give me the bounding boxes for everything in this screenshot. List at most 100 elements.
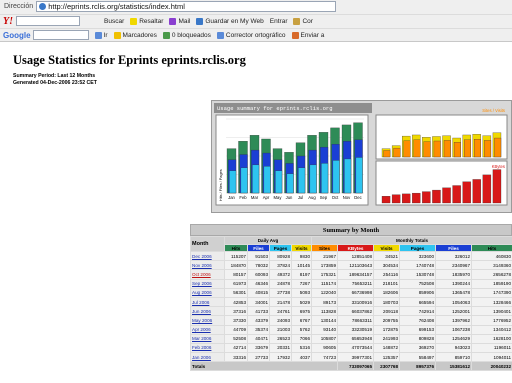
- x-tick-label: Dec: [354, 195, 361, 200]
- pages-bar: [275, 170, 283, 194]
- sites-bar: [433, 140, 441, 158]
- monthly-totals-header: Monthly Totals: [311, 236, 512, 245]
- table-cell: 65653948: [337, 333, 375, 344]
- kbytes-bar: [462, 181, 471, 204]
- address-bar-row: Dirección http://eprints.rclis.org/stati…: [0, 0, 512, 13]
- column-header: KBytes: [337, 244, 375, 252]
- table-cell: 17932: [269, 352, 292, 363]
- table-cell: 21967: [311, 250, 339, 262]
- table-cell: 1397962: [435, 315, 473, 326]
- bookmarks-button[interactable]: Marcadores: [113, 31, 157, 39]
- table-cell: 3149360: [471, 260, 512, 271]
- table-cell: 1340412: [471, 324, 512, 335]
- month-link[interactable]: Dec 2006: [190, 250, 225, 262]
- month-link[interactable]: Apr 2006: [190, 324, 225, 335]
- generated-date: Generated 04-Dec-2006 23:52 CET: [13, 79, 97, 86]
- column-header: Hits: [471, 244, 512, 252]
- month-link[interactable]: Feb 2006: [190, 342, 225, 354]
- table-cell: 39977301: [337, 352, 375, 363]
- table-cell: 148872: [373, 342, 401, 354]
- table-cell: 1054063: [435, 296, 473, 308]
- table-cell: 209118: [373, 306, 401, 317]
- spellcheck-button[interactable]: Corrector ortográfico: [216, 31, 286, 39]
- table-cell: 2656278: [471, 269, 512, 280]
- table-cell: 42853: [224, 296, 248, 308]
- table-cell: 90605: [311, 342, 339, 354]
- table-cell: 752508: [399, 278, 437, 289]
- kbytes-legend: KBytes: [492, 164, 505, 169]
- table-cell: 74723: [311, 352, 339, 363]
- month-link[interactable]: Sep 2006: [190, 278, 225, 289]
- table-cell: 323600: [399, 250, 437, 262]
- yahoo-logo[interactable]: Y!: [3, 16, 13, 27]
- spellcheck-icon: [216, 31, 224, 39]
- x-tick-label: Feb: [239, 195, 247, 200]
- yahoo-search-input[interactable]: [16, 16, 80, 26]
- table-row: Jan 2006 33316 27733 17932 4037 74723 39977301…: [190, 352, 512, 363]
- table-cell: 125357: [373, 352, 401, 363]
- month-link[interactable]: Mar 2006: [190, 333, 225, 344]
- google-logo[interactable]: Google: [3, 31, 31, 40]
- star-icon: [113, 31, 121, 39]
- sites-bar: [464, 139, 471, 158]
- column-header: Sites: [311, 244, 339, 252]
- table-cell: 115207: [224, 250, 248, 262]
- table-cell: 44709: [224, 324, 248, 335]
- pages-bar: [252, 164, 260, 194]
- save-myweb-button[interactable]: Guardar en My Web: [196, 17, 264, 25]
- sign-in-button[interactable]: Entrar: [270, 18, 288, 25]
- address-input[interactable]: http://eprints.rclis.org/statistics/inde…: [36, 1, 337, 12]
- table-cell: 43379: [247, 315, 270, 326]
- sites-bar: [403, 140, 411, 158]
- more-button[interactable]: Cor: [293, 17, 313, 25]
- table-cell: 1254629: [435, 333, 473, 344]
- table-cell: 5029: [290, 296, 313, 308]
- total-cell: 733097065: [337, 361, 375, 372]
- table-cell: 1094011: [471, 352, 512, 363]
- table-cell: 27733: [247, 352, 270, 363]
- kbytes-bar: [432, 189, 441, 204]
- mail-button[interactable]: Mail: [169, 17, 190, 25]
- kbytes-bar: [381, 196, 391, 204]
- table-cell: 304534: [373, 260, 401, 271]
- month-link[interactable]: Jun 2006: [190, 306, 225, 317]
- page-title: Usage Statistics for Eprints eprints.rcl…: [13, 53, 246, 67]
- table-cell: 218101: [373, 278, 401, 289]
- summary-grid: Month Daily Avg Monthly Totals Hits Files…: [189, 236, 512, 372]
- total-cell: 15381612: [435, 361, 473, 372]
- table-row: Mar 2006 52508 40471 26523 7066 105807 6565394…: [190, 333, 512, 344]
- table-cell: 6767: [290, 315, 313, 326]
- table-cell: 41733: [247, 306, 270, 317]
- table-cell: 1365478: [435, 287, 473, 298]
- table-cell: 189634157: [337, 269, 375, 280]
- month-link[interactable]: Jan 2006: [190, 352, 225, 363]
- google-search-input[interactable]: [32, 30, 89, 40]
- month-link[interactable]: May 2006: [190, 315, 225, 326]
- table-cell: 115174: [311, 278, 339, 289]
- go-icon: [94, 31, 102, 39]
- table-cell: 1067238: [435, 324, 473, 335]
- table-cell: 1252001: [435, 306, 473, 317]
- x-tick-label: May: [274, 195, 283, 200]
- table-cell: 80157: [224, 269, 248, 280]
- month-link[interactable]: Aug 2006: [190, 287, 225, 298]
- month-link[interactable]: Nov 2006: [190, 260, 225, 271]
- table-cell: 49372: [269, 269, 292, 280]
- save-icon: [196, 17, 204, 25]
- google-go-button[interactable]: Ir: [94, 31, 108, 39]
- month-link[interactable]: Jul 2006: [190, 296, 225, 308]
- highlight-button[interactable]: Resaltar: [130, 17, 163, 25]
- month-link[interactable]: Oct 2006: [190, 269, 225, 280]
- table-cell: 80928: [269, 250, 292, 262]
- yahoo-toolbar: Y! Buscar Resaltar Mail Guardar en My We…: [0, 14, 512, 27]
- table-row: Oct 2006 80157 60093 49372 8197 175321 1896341…: [190, 269, 512, 280]
- popup-blocker-button[interactable]: 0 bloqueados: [162, 31, 211, 39]
- summary-period: Summary Period: Last 12 Months: [13, 73, 96, 79]
- yahoo-search-button[interactable]: Buscar: [104, 18, 124, 25]
- usage-chart: Usage summary for eprints.rclis.org Jan Fe…: [211, 100, 512, 213]
- table-cell: 5762: [290, 324, 313, 335]
- table-cell: 33100916: [337, 296, 375, 308]
- send-to-button[interactable]: Enviar a: [291, 31, 324, 39]
- table-cell: 2340967: [435, 260, 473, 271]
- browser-chrome: Dirección http://eprints.rclis.org/stati…: [0, 0, 512, 42]
